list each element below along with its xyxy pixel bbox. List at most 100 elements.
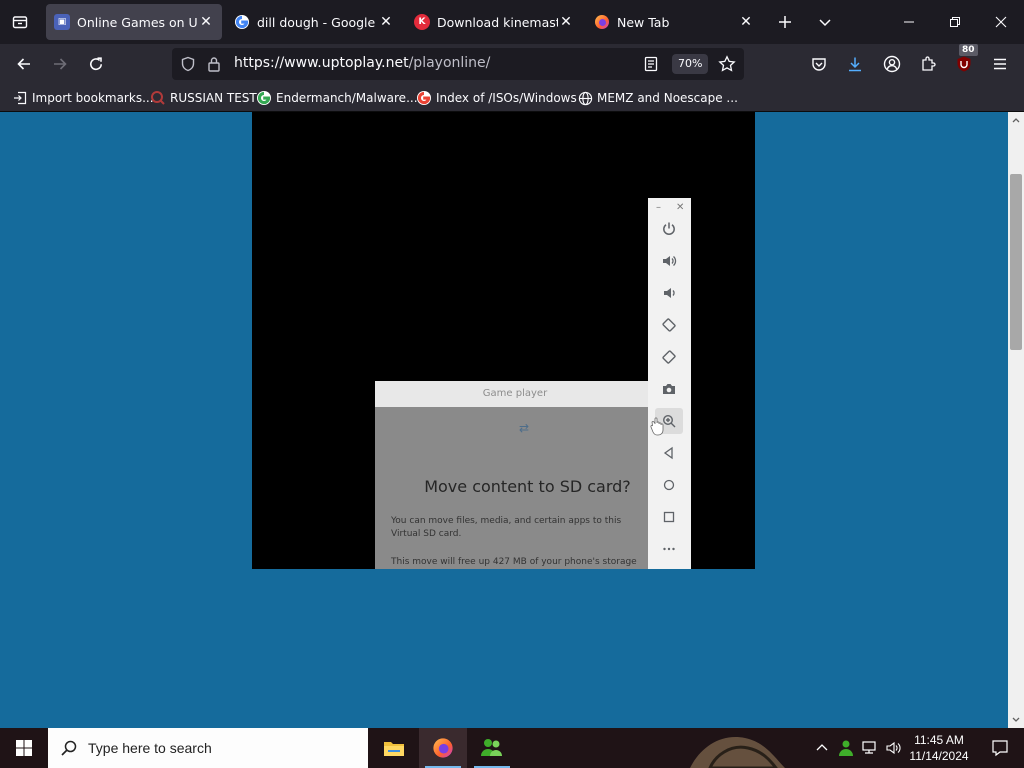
new-tab-button[interactable] <box>771 8 799 36</box>
search-icon <box>61 740 77 756</box>
url-bar[interactable]: https://www.uptoplay.net/playonline/ 70% <box>172 48 744 80</box>
tab-google-search[interactable]: dill dough - Google Search ✕ <box>226 4 402 40</box>
restore-icon <box>950 17 960 27</box>
reader-view-icon[interactable] <box>644 56 658 72</box>
more-options-button[interactable] <box>655 536 683 562</box>
close-tab-icon[interactable]: ✕ <box>378 14 394 30</box>
tab-strip: ▣ Online Games on Uptoplay ✕ dill dough … <box>0 0 1024 44</box>
volume-down-button[interactable] <box>655 280 683 306</box>
scrollbar-thumb[interactable] <box>1010 174 1022 350</box>
volume-up-icon <box>663 256 677 266</box>
back-nav-button[interactable] <box>655 440 683 466</box>
lock-icon[interactable] <box>207 56 221 72</box>
android-emulator-screen[interactable]: Game player ⇄ Move content to SD card? Y… <box>252 112 755 569</box>
tab-kinemaster[interactable]: K Download kinemaster ✕ <box>406 4 582 40</box>
power-icon <box>663 222 675 235</box>
bookmark-memz-noescape[interactable]: MEMZ and Noescape ... <box>577 88 738 108</box>
start-button[interactable] <box>0 728 48 768</box>
bookmark-index-isos[interactable]: Index of /ISOs/Windows <box>416 88 577 108</box>
camera-icon <box>663 384 675 394</box>
folder-icon <box>384 742 404 756</box>
tracking-protection-shield-icon[interactable] <box>180 56 196 72</box>
firefox-icon <box>433 738 453 758</box>
downloads-button[interactable] <box>841 50 869 78</box>
bookmark-star-icon[interactable] <box>718 55 736 73</box>
account-button[interactable] <box>878 50 906 78</box>
back-button[interactable] <box>10 50 38 78</box>
home-nav-button[interactable] <box>655 472 683 498</box>
bookmarks-toolbar: Import bookmarks... RUSSIAN TEST Enderma… <box>0 84 1024 112</box>
pocket-button[interactable] <box>805 50 833 78</box>
scroll-down-icon[interactable] <box>1008 712 1024 728</box>
move-to-sd-dialog: Game player ⇄ Move content to SD card? Y… <box>375 381 655 569</box>
emulator-minimize-icon[interactable]: – <box>656 202 661 213</box>
app-menu-button[interactable] <box>986 50 1014 78</box>
url-text[interactable]: https://www.uptoplay.net/playonline/ <box>234 55 490 71</box>
restore-button[interactable] <box>932 0 978 44</box>
bookmark-label: Import bookmarks... <box>32 91 154 105</box>
chevron-up-icon <box>816 744 828 751</box>
rotate-left-button[interactable] <box>655 312 683 338</box>
close-tab-icon[interactable]: ✕ <box>738 14 754 30</box>
ublock-origin-button[interactable]: 80 <box>950 44 978 78</box>
close-icon <box>995 16 1007 28</box>
page-scrollbar[interactable] <box>1008 112 1024 728</box>
close-window-button[interactable] <box>978 0 1024 44</box>
rotate-right-button[interactable] <box>655 344 683 370</box>
globe-icon <box>577 90 593 106</box>
url-path: /playonline/ <box>408 55 491 71</box>
network-icon[interactable] <box>860 738 880 758</box>
tab-title: dill dough - Google Search <box>257 14 378 30</box>
pocket-icon <box>812 58 826 71</box>
account-icon <box>883 55 901 73</box>
reload-icon <box>90 57 102 71</box>
zoom-level-badge[interactable]: 70% <box>672 54 709 74</box>
download-icon <box>849 57 861 72</box>
emulator-close-icon[interactable]: ✕ <box>676 202 684 213</box>
arrow-left-icon <box>17 58 30 70</box>
taskbar-file-explorer[interactable] <box>370 728 418 768</box>
scroll-up-icon[interactable] <box>1008 112 1024 128</box>
bookmark-label: RUSSIAN TEST <box>170 91 257 105</box>
mouse-cursor-icon <box>650 417 664 436</box>
close-tab-icon[interactable]: ✕ <box>558 14 574 30</box>
show-hidden-icons-button[interactable] <box>812 738 832 758</box>
taskbar-firefox[interactable] <box>419 728 467 768</box>
overview-nav-button[interactable] <box>655 504 683 530</box>
taskbar-people-app[interactable] <box>468 728 516 768</box>
windows-taskbar: Type here to search 11:45 AM 11/14/2024 <box>0 728 1024 768</box>
windows-logo-icon <box>16 740 32 756</box>
volume-up-button[interactable] <box>655 248 683 274</box>
firefox-view-button[interactable] <box>6 8 34 36</box>
bookmark-label: Index of /ISOs/Windows <box>436 91 577 105</box>
taskbar-clock[interactable]: 11:45 AM 11/14/2024 <box>904 732 974 764</box>
close-tab-icon[interactable]: ✕ <box>198 14 214 30</box>
power-button[interactable] <box>655 216 683 242</box>
action-center-button[interactable] <box>976 728 1024 768</box>
dialog-body-text-2: This move will free up 427 MB of your ph… <box>391 557 637 567</box>
tab-new-tab[interactable]: New Tab ✕ <box>586 4 762 40</box>
plus-icon <box>779 16 791 28</box>
minimize-button[interactable] <box>886 0 932 44</box>
bookmark-endermanch-malware[interactable]: Endermanch/Malware... <box>256 88 418 108</box>
bookmark-label: MEMZ and Noescape ... <box>597 91 738 105</box>
list-all-tabs-button[interactable] <box>811 8 839 36</box>
taskbar-search-box[interactable]: Type here to search <box>48 728 368 768</box>
transfer-arrows-icon: ⇄ <box>519 421 530 435</box>
reload-button[interactable] <box>82 50 110 78</box>
tray-people-icon[interactable] <box>836 738 856 758</box>
screenshot-button[interactable] <box>655 376 683 402</box>
tab-title: New Tab <box>617 14 670 30</box>
circle-home-icon <box>663 479 675 491</box>
clock-time: 11:45 AM <box>914 733 964 747</box>
forward-button[interactable] <box>46 50 74 78</box>
dialog-heading: Move content to SD card? <box>424 477 631 496</box>
people-icon <box>481 739 502 756</box>
emulator-side-toolbar: – ✕ <box>648 198 691 569</box>
volume-icon[interactable] <box>884 738 904 758</box>
tab-uptoplay[interactable]: ▣ Online Games on Uptoplay ✕ <box>46 4 222 40</box>
bookmark-russian-test[interactable]: RUSSIAN TEST <box>150 88 257 108</box>
extensions-button[interactable] <box>914 50 942 78</box>
bookmark-import[interactable]: Import bookmarks... <box>12 88 154 108</box>
google-icon <box>234 14 250 30</box>
